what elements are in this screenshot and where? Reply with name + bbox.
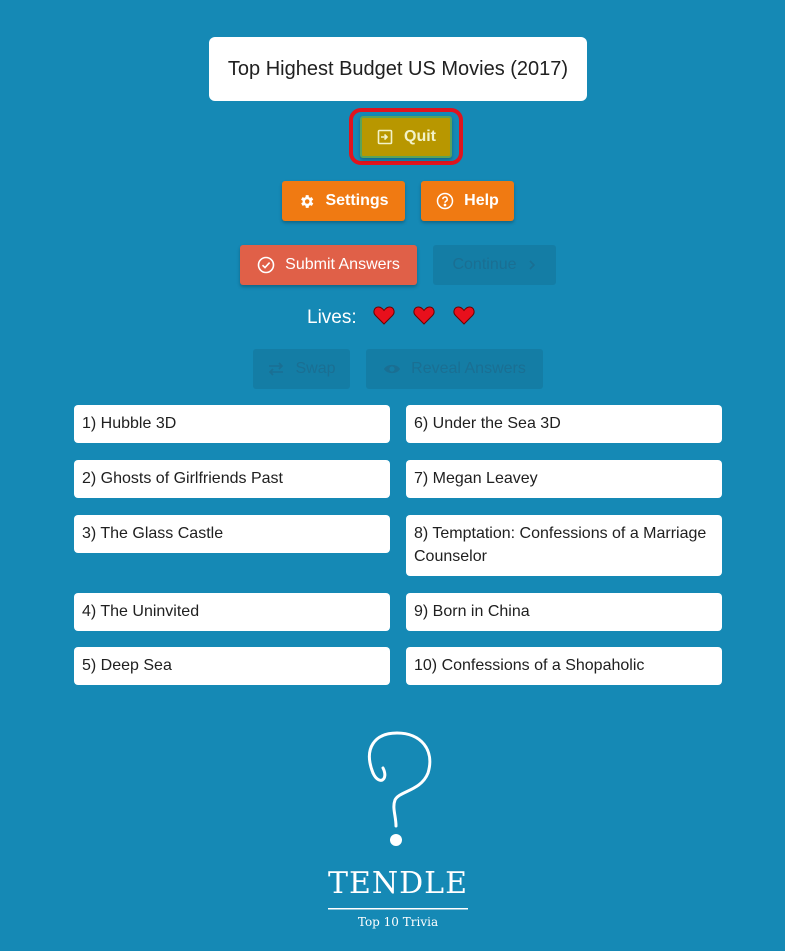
quit-button[interactable]: Quit [360,116,452,158]
answer-text: 5) Deep Sea [82,657,172,674]
sign-in-icon [376,128,394,146]
answer-slot-5[interactable]: 5) Deep Sea [74,647,390,685]
quiz-title-text: Top Highest Budget US Movies (2017) [227,57,569,80]
quit-button-label: Quit [404,128,436,145]
swap-button[interactable]: Swap [253,349,350,389]
lives-indicator: Lives: [307,305,475,331]
answer-slot-9[interactable]: 9) Born in China [406,593,722,631]
answer-slot-3[interactable]: 3) The Glass Castle [74,515,390,553]
answer-slot-10[interactable]: 10) Confessions of a Shopaholic [406,647,722,685]
answer-text: 1) Hubble 3D [82,415,177,432]
settings-button[interactable]: Settings [282,181,405,221]
answer-slot-1[interactable]: 1) Hubble 3D [74,405,390,443]
heart-icon [453,305,475,331]
help-button-label: Help [464,192,499,209]
answer-slot-8[interactable]: 8) Temptation: Confessions of a Marriage… [406,515,722,576]
swap-arrows-icon [267,361,285,377]
answer-text: 7) Megan Leavey [414,470,538,487]
heart-icon [373,305,395,331]
answer-text: 10) Confessions of a Shopaholic [414,657,645,674]
tendle-logo: TENDLE Top 10 Trivia [325,728,471,934]
swap-button-label: Swap [295,360,336,377]
answer-text: 2) Ghosts of Girlfriends Past [82,470,283,487]
submit-answers-button[interactable]: Submit Answers [240,245,417,285]
heart-icon [413,305,435,331]
answer-text: 6) Under the Sea 3D [414,415,561,432]
answer-slot-4[interactable]: 4) The Uninvited [74,593,390,631]
gear-icon [298,193,315,210]
logo-divider [328,908,468,910]
question-circle-icon [436,192,454,210]
settings-button-label: Settings [325,192,389,209]
lives-label: Lives: [307,307,357,328]
chevron-right-icon [527,259,537,271]
quiz-title: Top Highest Budget US Movies (2017) [209,37,587,101]
answer-text: 4) The Uninvited [82,603,200,620]
answer-slot-6[interactable]: 6) Under the Sea 3D [406,405,722,443]
lives-hearts [373,305,475,331]
check-circle-icon [257,256,275,274]
answer-slot-7[interactable]: 7) Megan Leavey [406,460,722,498]
answer-text: 3) The Glass Castle [82,525,224,542]
reveal-answers-label: Reveal Answers [411,360,526,377]
answer-slot-2[interactable]: 2) Ghosts of Girlfriends Past [74,460,390,498]
help-button[interactable]: Help [421,181,514,221]
reveal-answers-button[interactable]: Reveal Answers [366,349,543,389]
answer-text: 8) Temptation: Confessions of a Marriage… [414,525,707,565]
question-mark-icon [367,731,432,846]
eye-icon [383,362,401,376]
logo-tagline: Top 10 Trivia [358,915,438,929]
continue-button-label: Continue [452,256,517,273]
continue-button[interactable]: Continue [433,245,556,285]
logo-wordmark: TENDLE [328,866,468,901]
submit-answers-label: Submit Answers [285,256,400,273]
answer-text: 9) Born in China [414,603,530,620]
